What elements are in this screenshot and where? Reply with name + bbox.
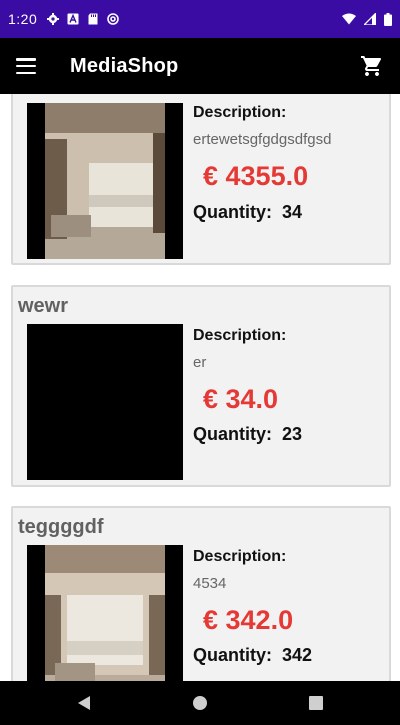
cell-signal-icon xyxy=(364,13,376,25)
app-bar: MediaShop xyxy=(0,38,400,94)
product-card[interactable]: wewr Description: er € 34.0 Quantity: 23 xyxy=(11,285,391,487)
status-right-icons xyxy=(342,12,392,26)
at-sign-icon xyxy=(107,13,120,25)
status-bar: 1:20 xyxy=(0,0,400,38)
quantity-label: Quantity: xyxy=(193,202,272,222)
back-button[interactable] xyxy=(64,691,104,715)
home-icon xyxy=(193,696,207,710)
quantity-label: Quantity: xyxy=(193,424,272,444)
quantity-value: 342 xyxy=(282,645,313,665)
product-name: wewr xyxy=(18,295,69,317)
menu-icon[interactable] xyxy=(16,58,36,74)
app-title: MediaShop xyxy=(70,54,179,77)
recents-button[interactable] xyxy=(296,691,336,715)
font-icon xyxy=(67,13,79,25)
room-photo-icon xyxy=(27,103,183,259)
status-time: 1:20 xyxy=(8,11,38,27)
product-card[interactable]: teggggdf Description: 4534 € 342.0 Quant… xyxy=(11,506,391,681)
product-image xyxy=(27,545,183,681)
product-description: ertewetsgfgdgsdfgsd xyxy=(193,131,332,148)
quantity-label: Quantity: xyxy=(193,645,272,665)
shopping-cart-icon[interactable] xyxy=(360,54,384,78)
quantity-text: Quantity: 23 xyxy=(193,424,302,445)
product-price: € 34.0 xyxy=(203,384,279,414)
wifi-icon xyxy=(342,13,356,25)
product-price: € 342.0 xyxy=(203,605,294,635)
description-label: Description: xyxy=(193,548,287,565)
battery-icon xyxy=(384,12,392,26)
product-name: teggggdf xyxy=(18,516,104,538)
quantity-value: 34 xyxy=(282,202,303,222)
gear-icon xyxy=(47,13,60,25)
quantity-text: Quantity: 342 xyxy=(193,645,312,666)
product-list[interactable]: Description: ertewetsgfgdgsdfgsd € 4355.… xyxy=(0,94,400,681)
description-label: Description: xyxy=(193,327,287,344)
back-icon xyxy=(78,696,90,710)
product-card[interactable]: Description: ertewetsgfgdgsdfgsd € 4355.… xyxy=(11,94,391,265)
description-label: Description: xyxy=(193,104,287,121)
product-description: er xyxy=(193,354,207,371)
system-nav-bar xyxy=(0,681,400,725)
recents-icon xyxy=(309,696,323,710)
status-left-icons xyxy=(47,13,120,25)
sd-card-icon xyxy=(88,13,98,25)
product-price: € 4355.0 xyxy=(203,161,309,191)
room-photo-icon xyxy=(27,545,183,681)
home-button[interactable] xyxy=(180,691,220,715)
product-image xyxy=(27,324,183,480)
quantity-text: Quantity: 34 xyxy=(193,202,302,223)
quantity-value: 23 xyxy=(282,424,303,444)
product-image xyxy=(27,103,183,259)
product-description: 4534 xyxy=(193,575,227,592)
